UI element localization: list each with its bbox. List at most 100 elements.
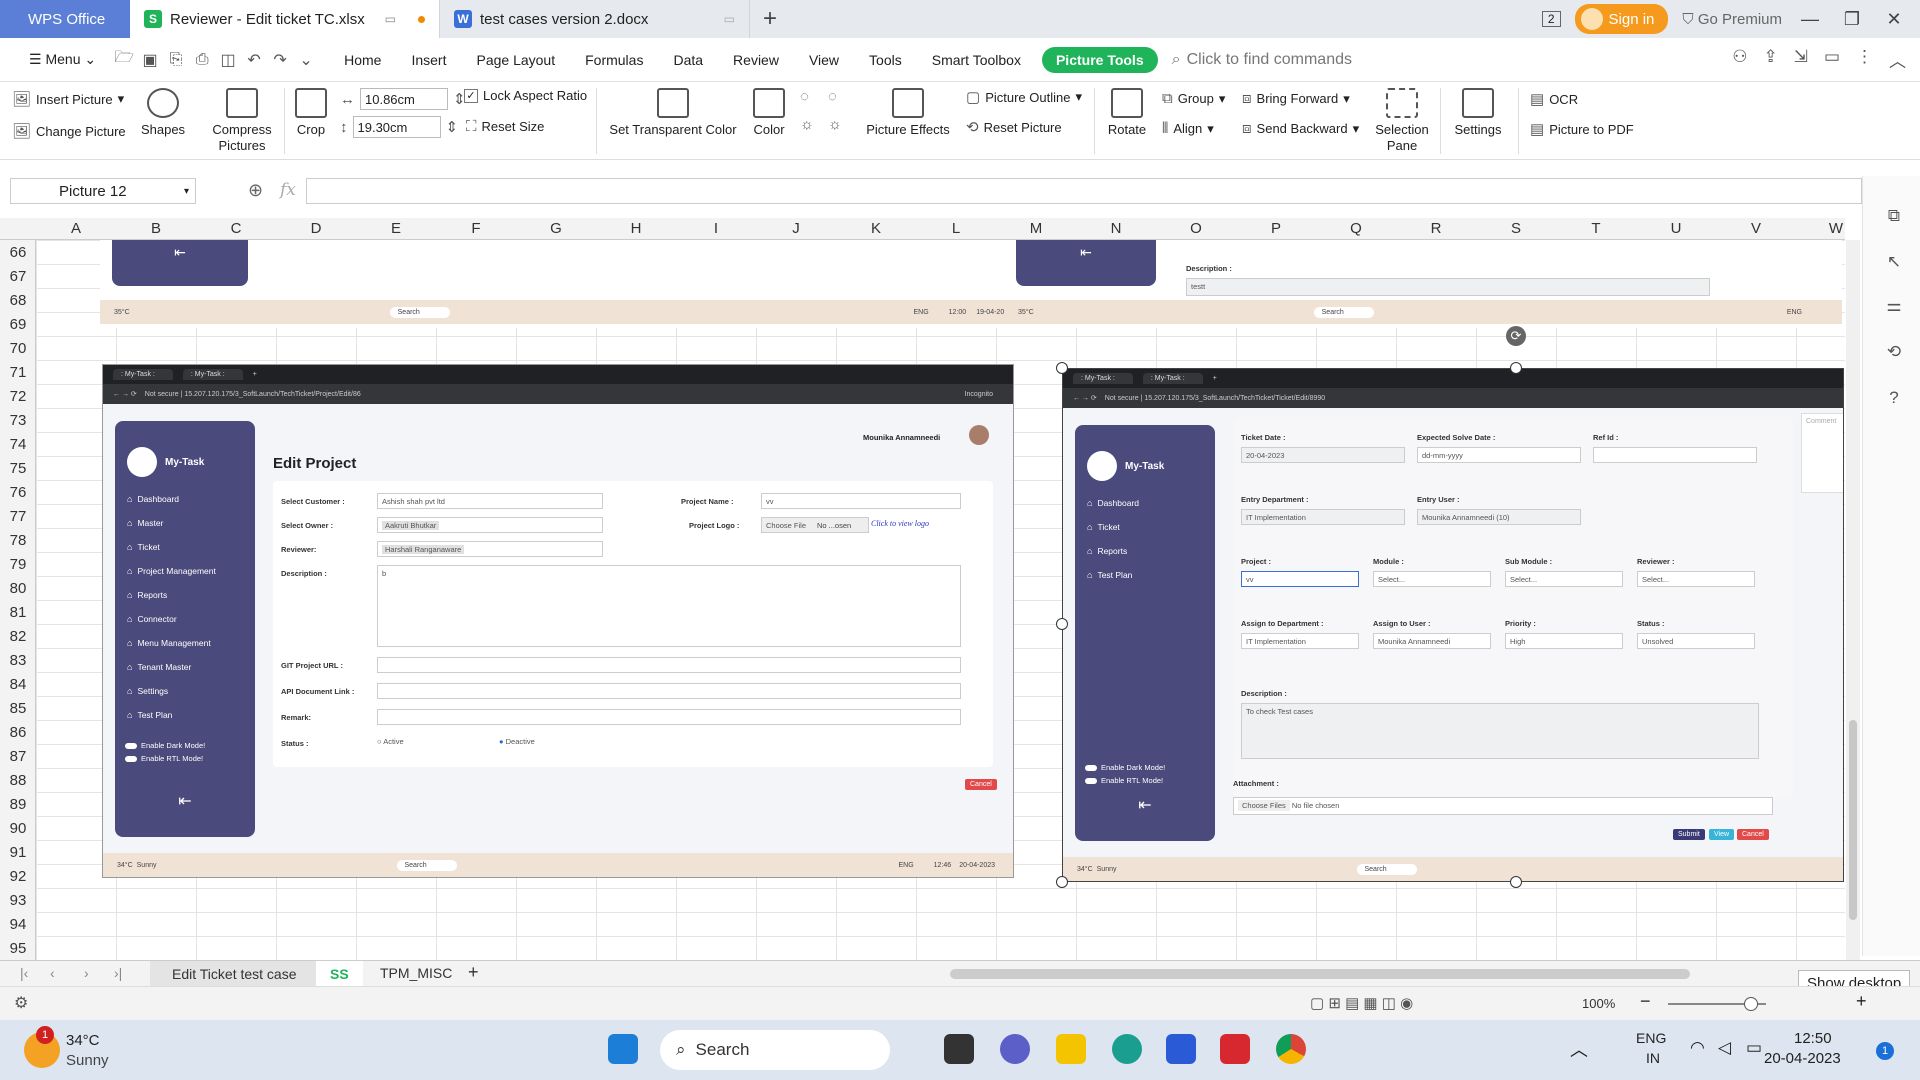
set-transparent-color-button[interactable]: Set Transparent Color: [608, 88, 738, 138]
menu-insert[interactable]: Insert: [396, 52, 461, 68]
row-header[interactable]: 89: [0, 792, 36, 816]
menu-formulas[interactable]: Formulas: [570, 52, 658, 68]
screenshot-top-right[interactable]: ⇤ Description : testt 35°C Search ENG: [1004, 240, 1842, 328]
crop-button[interactable]: Crop: [290, 88, 332, 138]
wifi-icon[interactable]: ◠: [1690, 1038, 1705, 1058]
menu-button[interactable]: ☰ Menu ⌄: [14, 51, 111, 68]
column-header[interactable]: D: [276, 220, 356, 237]
row-header[interactable]: 67: [0, 264, 36, 288]
column-header[interactable]: C: [196, 220, 276, 237]
row-header[interactable]: 69: [0, 312, 36, 336]
row-header[interactable]: 83: [0, 648, 36, 672]
open-folder-icon[interactable]: 🗁: [111, 47, 137, 73]
more-icon[interactable]: ⋮: [1856, 47, 1873, 72]
row-header[interactable]: 82: [0, 624, 36, 648]
task-view-icon[interactable]: [944, 1034, 974, 1064]
sheet-tab-ss[interactable]: SS: [316, 961, 363, 987]
formula-input[interactable]: [306, 178, 1862, 204]
chrome-icon[interactable]: [1276, 1034, 1306, 1064]
customize-icon[interactable]: ⌄: [293, 47, 319, 73]
row-header[interactable]: 76: [0, 480, 36, 504]
view-icons[interactable]: ▢ ⊞ ▤ ▦ ◫ ◉: [1310, 994, 1413, 1012]
row-header[interactable]: 72: [0, 384, 36, 408]
wps-office-button[interactable]: WPS Office: [0, 0, 130, 38]
resize-handle[interactable]: [1056, 876, 1068, 888]
column-header[interactable]: Q: [1316, 220, 1396, 237]
column-header[interactable]: G: [516, 220, 596, 237]
name-box[interactable]: Picture 12 ▾: [10, 178, 196, 204]
change-picture-button[interactable]: 🖼 Change Picture: [12, 122, 126, 140]
row-header[interactable]: 95: [0, 936, 36, 960]
row-header[interactable]: 70: [0, 336, 36, 360]
zoom-in-icon[interactable]: +: [1856, 991, 1867, 1012]
battery-icon[interactable]: ▭: [1746, 1038, 1762, 1058]
share-icon[interactable]: ⇪: [1763, 47, 1777, 72]
color-button[interactable]: Color: [746, 88, 792, 138]
print-preview-icon[interactable]: ◫: [215, 47, 241, 73]
resize-handle[interactable]: [1056, 618, 1068, 630]
prev-sheet-icon[interactable]: ‹: [50, 965, 55, 981]
row-header[interactable]: 74: [0, 432, 36, 456]
windows-start-icon[interactable]: [608, 1034, 638, 1064]
row-header[interactable]: 78: [0, 528, 36, 552]
row-header[interactable]: 94: [0, 912, 36, 936]
wps-icon[interactable]: [1220, 1034, 1250, 1064]
bring-forward-button[interactable]: ⧈ Bring Forward ▾: [1242, 90, 1350, 107]
first-sheet-icon[interactable]: |‹: [20, 965, 28, 981]
file-explorer-icon[interactable]: [1056, 1034, 1086, 1064]
menu-view[interactable]: View: [794, 52, 854, 68]
lang-line1[interactable]: ENG: [1636, 1030, 1666, 1046]
compress-pictures-button[interactable]: Compress Pictures: [206, 88, 278, 154]
teams-icon[interactable]: [1000, 1034, 1030, 1064]
picture-to-pdf-button[interactable]: ▤ Picture to PDF: [1530, 120, 1634, 138]
column-header[interactable]: V: [1716, 220, 1796, 237]
minimize-icon[interactable]: —: [1796, 9, 1824, 30]
row-header[interactable]: 77: [0, 504, 36, 528]
reset-picture-button[interactable]: ⟲ Reset Picture: [966, 118, 1062, 136]
taskbar-search[interactable]: ⌕ Search: [660, 1030, 890, 1070]
row-header[interactable]: 93: [0, 888, 36, 912]
find-commands-input[interactable]: ⌕ Click to find commands: [1172, 51, 1352, 69]
contrast-down-icon[interactable]: ☼: [828, 116, 842, 133]
width-input[interactable]: 10.86cm: [360, 88, 448, 110]
zoom-out-icon[interactable]: −: [1640, 991, 1651, 1012]
menu-data[interactable]: Data: [658, 52, 718, 68]
resize-handle[interactable]: [1510, 876, 1522, 888]
tray-chevron-icon[interactable]: ︿: [1570, 1036, 1588, 1062]
rotate-button[interactable]: Rotate: [1102, 88, 1152, 138]
column-header[interactable]: T: [1556, 220, 1636, 237]
settings-button[interactable]: Settings: [1448, 88, 1508, 138]
column-header[interactable]: J: [756, 220, 836, 237]
volume-icon[interactable]: ◁: [1718, 1038, 1731, 1058]
brightness-up-icon[interactable]: ◌: [800, 88, 809, 105]
picture-effects-button[interactable]: Picture Effects: [862, 88, 954, 138]
monitor-icon[interactable]: ▭: [385, 12, 396, 26]
add-sheet-icon[interactable]: +: [468, 962, 479, 983]
row-header[interactable]: 90: [0, 816, 36, 840]
adjust-icon[interactable]: ⚌: [1883, 296, 1905, 318]
row-header[interactable]: 79: [0, 552, 36, 576]
redo-icon[interactable]: ↷: [267, 47, 293, 73]
row-header[interactable]: 68: [0, 288, 36, 312]
menu-page-layout[interactable]: Page Layout: [461, 52, 570, 68]
row-header[interactable]: 66: [0, 240, 36, 264]
group-button[interactable]: ⧉ Group ▾: [1162, 90, 1225, 107]
macro-icon[interactable]: ⚙: [14, 993, 28, 1013]
row-header[interactable]: 84: [0, 672, 36, 696]
row-header[interactable]: 92: [0, 864, 36, 888]
ocr-button[interactable]: ▤ OCR: [1530, 90, 1578, 108]
selection-pane-button[interactable]: Selection Pane: [1372, 88, 1432, 154]
page-count-icon[interactable]: 2: [1541, 11, 1561, 27]
row-header[interactable]: 80: [0, 576, 36, 600]
column-header[interactable]: P: [1236, 220, 1316, 237]
new-tab-button[interactable]: +: [750, 0, 790, 38]
row-header[interactable]: 81: [0, 600, 36, 624]
column-header[interactable]: B: [116, 220, 196, 237]
brightness-down-icon[interactable]: ◌: [828, 88, 837, 105]
screenshot-edit-project[interactable]: : My-Task : : My-Task : + ← → ⟳ Not secu…: [102, 364, 1014, 878]
menu-home[interactable]: Home: [329, 52, 396, 68]
column-header[interactable]: O: [1156, 220, 1236, 237]
sheet-tab-edit-ticket[interactable]: Edit Ticket test case: [150, 961, 319, 987]
column-header[interactable]: S: [1476, 220, 1556, 237]
notification-badge[interactable]: 1: [1876, 1042, 1894, 1060]
